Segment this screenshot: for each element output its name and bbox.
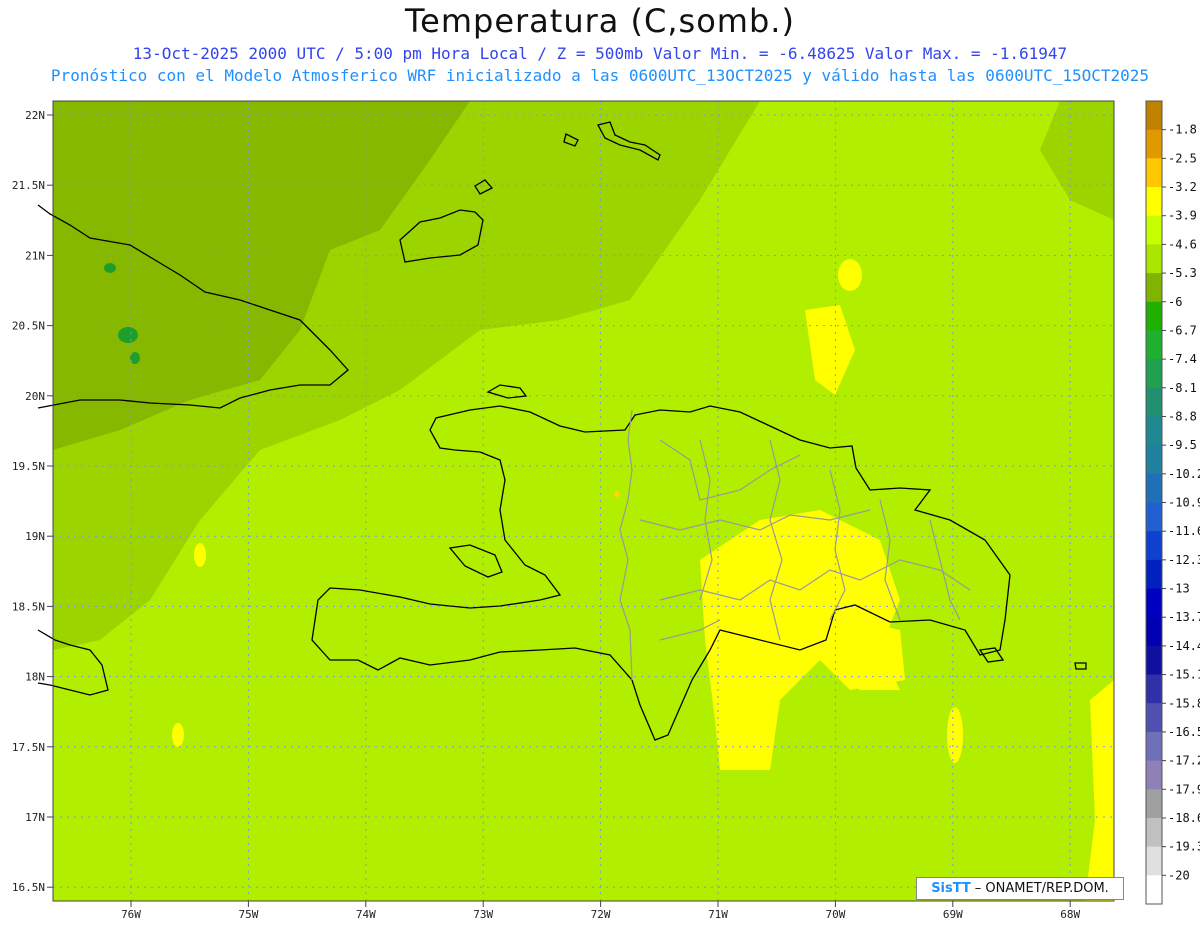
colorbar-label: -10.2 xyxy=(1168,467,1200,481)
colorbar-swatch xyxy=(1146,645,1162,676)
cold-spot xyxy=(118,327,138,343)
colorbar-label: -9.5 xyxy=(1168,438,1197,452)
lat-tick-label: 19.5N xyxy=(12,460,45,473)
colorbar-swatch xyxy=(1146,244,1162,274)
colorbar-swatch xyxy=(1146,101,1162,131)
colorbar-swatch xyxy=(1146,817,1162,848)
lat-tick-label: 21N xyxy=(25,249,45,262)
colorbar-label: -14.4 xyxy=(1168,639,1200,653)
colorbar-label: -8.1 xyxy=(1168,381,1197,395)
colorbar-swatch xyxy=(1146,473,1162,503)
colorbar-swatch xyxy=(1146,273,1162,303)
credit-text: – ONAMET/REP.DOM. xyxy=(974,881,1109,896)
colorbar-label: -4.6 xyxy=(1168,237,1197,251)
colorbar-swatch xyxy=(1146,531,1162,561)
colorbar-label: -13 xyxy=(1168,582,1190,596)
colorbar-swatch xyxy=(1146,846,1162,876)
lon-tick-label: 75W xyxy=(238,908,258,921)
warm-spot xyxy=(947,707,963,763)
colorbar-swatch xyxy=(1146,588,1162,618)
colorbar-swatch xyxy=(1146,789,1162,819)
colorbar-swatch xyxy=(1146,674,1162,704)
colorbar-label: -3.9 xyxy=(1168,209,1197,223)
colorbar-label: -11.6 xyxy=(1168,524,1200,538)
colorbar-swatch xyxy=(1146,330,1162,360)
lat-tick-label: 20N xyxy=(25,390,45,403)
colorbar-label: -1.8 xyxy=(1168,123,1197,137)
lat-tick-label: 16.5N xyxy=(12,881,45,894)
colorbar-swatch xyxy=(1146,559,1162,590)
lat-tick-label: 21.5N xyxy=(12,179,45,192)
credit-box: SisTT – ONAMET/REP.DOM. xyxy=(916,877,1124,900)
colorbar-label: -17.9 xyxy=(1168,782,1200,796)
colorbar-swatch xyxy=(1146,158,1162,188)
temperature-map: 22N 21.5N 21N 20.5N 20N 19.5N 19N 18.5N 18N 17.5N… xyxy=(12,100,1200,921)
colorbar-label: -3.2 xyxy=(1168,180,1197,194)
warm-spot xyxy=(172,723,184,747)
colorbar-label: -8.8 xyxy=(1168,409,1197,423)
colorbar-label: -6.7 xyxy=(1168,323,1197,337)
colorbar-swatch xyxy=(1146,502,1162,532)
lat-tick-label: 17N xyxy=(25,811,45,824)
colorbar-label: -5.3 xyxy=(1168,266,1197,280)
colorbar-label: -20 xyxy=(1168,868,1190,882)
lat-tick-label: 22N xyxy=(25,109,45,122)
colorbar-swatch xyxy=(1146,617,1162,647)
lon-tick-label: 72W xyxy=(591,908,611,921)
colorbar-label: -6 xyxy=(1168,295,1182,309)
colorbar-swatch xyxy=(1146,703,1162,733)
lon-tick-label: 73W xyxy=(473,908,493,921)
color-scale: -1.8 -2.5 -3.2 -3.9 -4.6 -5.3 -6 -6.7 -7.4 -8.1 -8… xyxy=(1145,100,1200,905)
lon-tick-label: 70W xyxy=(825,908,845,921)
warm-spot xyxy=(838,259,862,291)
lat-tick-label: 18N xyxy=(25,671,45,684)
lat-tick-label: 20.5N xyxy=(12,320,45,333)
colorbar-swatch xyxy=(1146,875,1162,905)
colorbar-swatch xyxy=(1146,731,1162,762)
sispi-logo: SisTT xyxy=(931,881,971,896)
colorbar-label: -19.3 xyxy=(1168,840,1200,854)
colorbar-swatch xyxy=(1146,387,1162,417)
colorbar-label: -2.5 xyxy=(1168,151,1197,165)
colorbar-swatch xyxy=(1146,445,1162,475)
lon-tick-label: 76W xyxy=(121,908,141,921)
colorbar-swatch xyxy=(1146,215,1162,245)
colorbar-label: -18.6 xyxy=(1168,811,1200,825)
colorbar-swatch xyxy=(1146,301,1162,331)
colorbar-label: -15.1 xyxy=(1168,668,1200,682)
lon-tick-label: 68W xyxy=(1060,908,1080,921)
colorbar-label: -13.7 xyxy=(1168,610,1200,624)
colorbar-label: -17.2 xyxy=(1168,754,1200,768)
lon-tick-label: 74W xyxy=(356,908,376,921)
longitude-axis: 76W 75W 74W 73W 72W 71W 70W 69W 68W xyxy=(121,901,1081,921)
colorbar-swatch xyxy=(1146,129,1162,159)
colorbar-swatch xyxy=(1146,760,1162,790)
colorbar-label: -15.8 xyxy=(1168,696,1200,710)
lon-tick-label: 69W xyxy=(943,908,963,921)
colorbar-label: -7.4 xyxy=(1168,352,1197,366)
hot-spot xyxy=(614,491,620,497)
cold-spot xyxy=(104,263,116,273)
lat-tick-label: 18.5N xyxy=(12,600,45,613)
warm-spot xyxy=(194,543,206,567)
colorbar-swatch xyxy=(1146,187,1162,217)
colorbar-swatch xyxy=(1146,359,1162,389)
colorbar-label: -16.5 xyxy=(1168,725,1200,739)
lat-tick-label: 19N xyxy=(25,530,45,543)
lon-tick-label: 71W xyxy=(708,908,728,921)
latitude-axis: 22N 21.5N 21N 20.5N 20N 19.5N 19N 18.5N 18N 17.5N… xyxy=(12,109,53,894)
lat-tick-label: 17.5N xyxy=(12,741,45,754)
colorbar-label: -10.9 xyxy=(1168,496,1200,510)
temperature-field xyxy=(53,101,1114,901)
colorbar-swatch xyxy=(1146,416,1162,446)
colorbar-label: -12.3 xyxy=(1168,553,1200,567)
